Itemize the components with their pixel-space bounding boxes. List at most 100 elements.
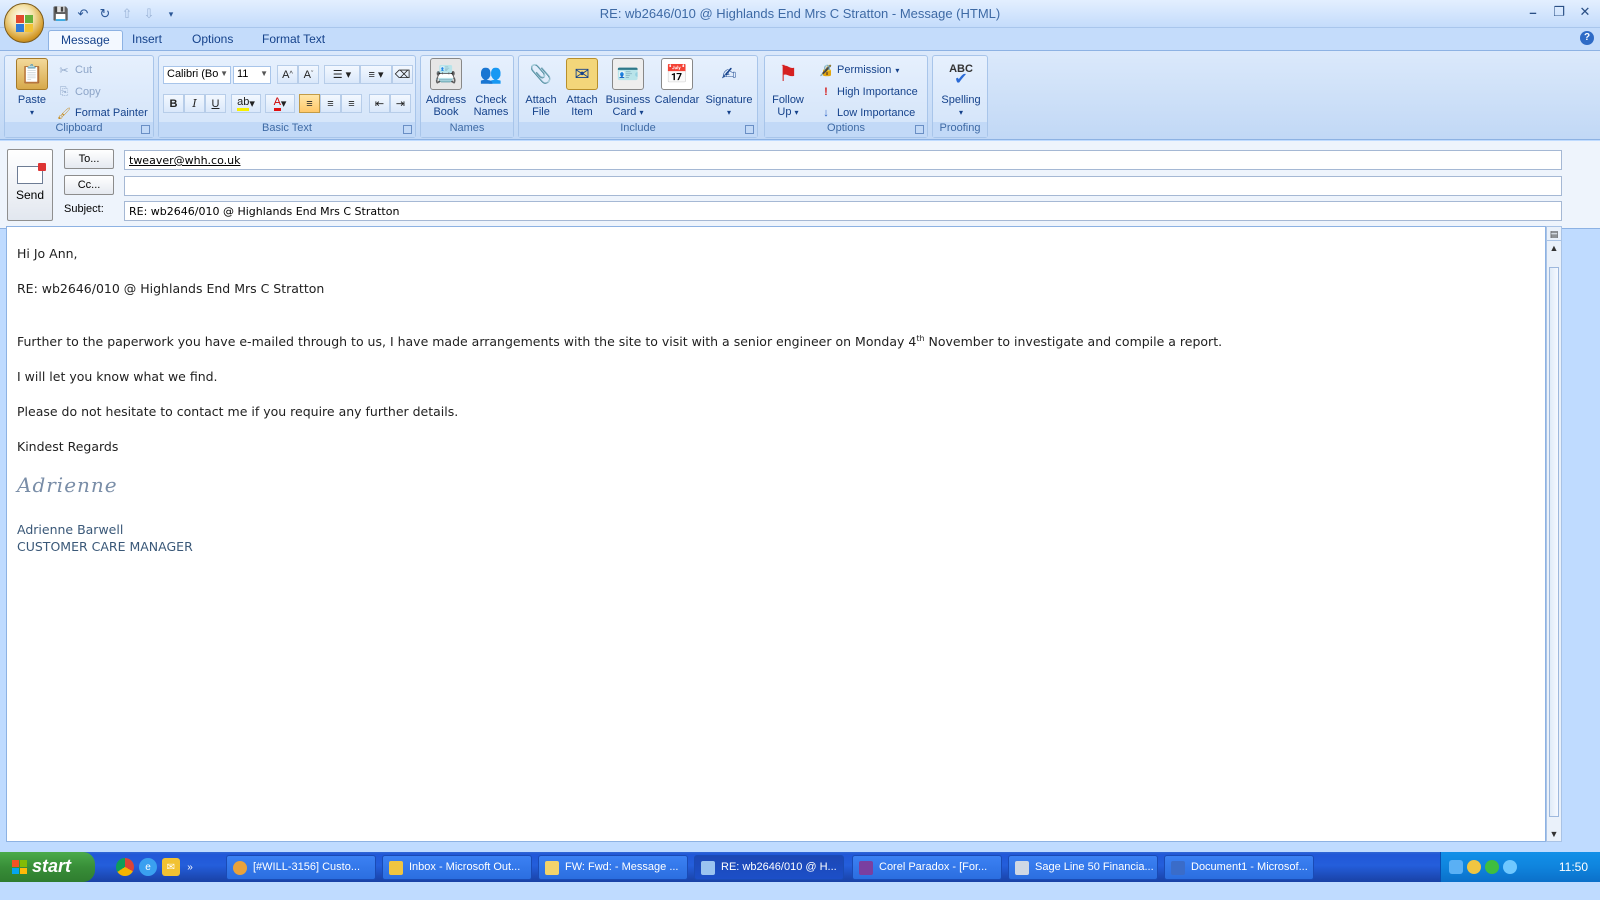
to-button[interactable]: To... [64,149,114,169]
include-dialog-launcher[interactable] [745,125,754,134]
clipboard-group: 📋 Paste ▾ ✂ Cut ⎘ Copy 🖌 Format Painter Clip… [4,55,154,138]
include-group-label: Include [519,122,757,137]
taskbar-item-inbox[interactable]: Inbox - Microsoft Out... [382,855,532,880]
down-arrow-icon: ↓ [823,107,829,119]
exclamation-icon: ! [824,86,828,98]
cc-button[interactable]: Cc... [64,175,114,195]
red-flag-icon: ⚑ [778,61,798,86]
tab-options[interactable]: Options [180,30,245,50]
scissors-icon: ✂ [59,64,69,77]
ruler-toggle-icon[interactable]: ▤ [1547,227,1561,241]
tab-insert[interactable]: Insert [120,30,174,50]
scroll-up-icon[interactable]: ▲ [1547,241,1561,255]
tray-network-icon[interactable] [1503,860,1517,874]
system-tray: 11:50 [1440,852,1600,882]
start-button[interactable]: start [0,852,95,882]
quick-launch-more-icon[interactable]: » [185,858,195,876]
help-icon[interactable]: ? [1580,31,1594,45]
scroll-down-icon[interactable]: ▼ [1547,827,1561,841]
tray-arrow-icon[interactable] [1449,860,1463,874]
italic-button[interactable]: I [184,94,205,113]
taskbar-item-current-message[interactable]: RE: wb2646/010 @ H... [694,855,844,880]
spell-check-icon: ABC ✔ [949,63,973,88]
address-book-button[interactable]: 📇 Address Book [423,58,469,118]
internet-explorer-icon[interactable]: e [139,858,157,876]
office-button[interactable] [4,3,44,43]
taskbar-item-corel-paradox[interactable]: Corel Paradox - [For... [852,855,1002,880]
signature-button[interactable]: ✍ Signature ▾ [701,58,757,119]
close-button[interactable]: ✕ [1576,3,1594,21]
permission-button[interactable]: 🔏 Permission ▾ [819,61,899,79]
send-button[interactable]: Send [7,149,53,221]
message-body[interactable]: Hi Jo Ann, RE: wb2646/010 @ Highlands En… [6,226,1546,842]
attach-file-button[interactable]: 📎 Attach File [521,58,561,118]
outlook-icon[interactable]: ✉ [162,858,180,876]
high-importance-button[interactable]: ! High Importance [819,83,918,101]
clear-formatting-button[interactable]: ⌫ [392,65,413,84]
font-name-combo[interactable]: Calibri (Bo ▼ [163,66,231,84]
taskbar-item-sage[interactable]: Sage Line 50 Financia... [1008,855,1158,880]
numbering-button[interactable]: ≡ ▾ [360,65,392,84]
copy-icon: ⎘ [59,85,69,98]
cut-button[interactable]: ✂ Cut [57,61,92,79]
permission-icon: 🔏 [819,64,833,77]
signature-pen-icon: ✍ [721,64,737,84]
ribbon: 📋 Paste ▾ ✂ Cut ⎘ Copy 🖌 Format Painter Clip… [0,50,1600,140]
highlight-button[interactable]: ab ▾ [231,94,261,113]
cc-field[interactable] [124,176,1562,196]
align-right-icon: ≡ [348,97,355,110]
minimize-button[interactable]: – [1524,3,1542,21]
increase-indent-button[interactable]: ⇥ [390,94,411,113]
chrome-icon[interactable] [116,858,134,876]
align-right-button[interactable]: ≡ [341,94,362,113]
tab-format-text[interactable]: Format Text [250,30,337,50]
reply-envelope-icon [701,861,715,875]
low-importance-button[interactable]: ↓ Low Importance [819,104,915,122]
scrollbar-thumb[interactable] [1549,267,1559,817]
attach-item-button[interactable]: ✉ Attach Item [562,58,602,118]
shrink-font-button[interactable]: Aˇ [298,65,319,84]
paragraph-contact: Please do not hesitate to contact me if … [17,404,459,419]
options-dialog-launcher[interactable] [915,125,924,134]
calendar-icon: 📅 [661,58,693,90]
names-group-label: Names [421,122,513,137]
paste-button[interactable]: 📋 Paste ▾ [9,58,55,119]
copy-button[interactable]: ⎘ Copy [57,83,101,101]
calendar-button[interactable]: 📅 Calendar [653,58,701,106]
check-names-button[interactable]: 👥 Check Names [469,58,513,118]
taskbar-item-fw-message[interactable]: FW: Fwd: - Message ... [538,855,688,880]
business-card-button[interactable]: 🪪 Business Card ▾ [603,58,653,119]
align-center-icon: ≡ [327,97,334,110]
spelling-button[interactable]: ABC ✔ Spelling ▾ [935,58,987,119]
clipboard-group-label: Clipboard [5,122,153,137]
bold-button[interactable]: B [163,94,184,113]
format-painter-button[interactable]: 🖌 Format Painter [57,104,148,122]
tray-outlook-icon[interactable] [1467,860,1481,874]
taskbar-item-jira[interactable]: [#WILL-3156] Custo... [226,855,376,880]
align-center-button[interactable]: ≡ [320,94,341,113]
tab-message[interactable]: Message [48,30,123,50]
reference-line: RE: wb2646/010 @ Highlands End Mrs C Str… [17,281,325,296]
paperclip-icon: 📎 [529,64,553,84]
tray-status-green-icon[interactable] [1485,860,1499,874]
restore-button[interactable]: ❐ [1550,3,1568,21]
clipboard-dialog-launcher[interactable] [141,125,150,134]
body-scrollbar[interactable]: ▤ ▲ ▼ [1546,226,1562,842]
envelope-icon: ✉ [566,58,598,90]
quick-launch: e ✉ » [116,858,195,876]
align-left-button[interactable]: ≡ [299,94,320,113]
clock: 11:50 [1558,860,1588,874]
font-color-button[interactable]: A ▾ [265,94,295,113]
sage-icon [1015,861,1029,875]
font-size-combo[interactable]: 11 ▼ [233,66,271,84]
taskbar-item-word-document[interactable]: Document1 - Microsof... [1164,855,1314,880]
bullets-button[interactable]: ☰ ▾ [324,65,360,84]
follow-up-button[interactable]: ⚑ Follow Up ▾ [767,58,809,119]
font-color-icon: A [273,96,281,111]
decrease-indent-button[interactable]: ⇤ [369,94,390,113]
basic-text-dialog-launcher[interactable] [403,125,412,134]
underline-button[interactable]: U [205,94,226,113]
to-field[interactable]: tweaver@whh.co.uk [124,150,1562,170]
subject-field[interactable]: RE: wb2646/010 @ Highlands End Mrs C Str… [124,201,1562,221]
grow-font-button[interactable]: A ^ [277,65,298,84]
